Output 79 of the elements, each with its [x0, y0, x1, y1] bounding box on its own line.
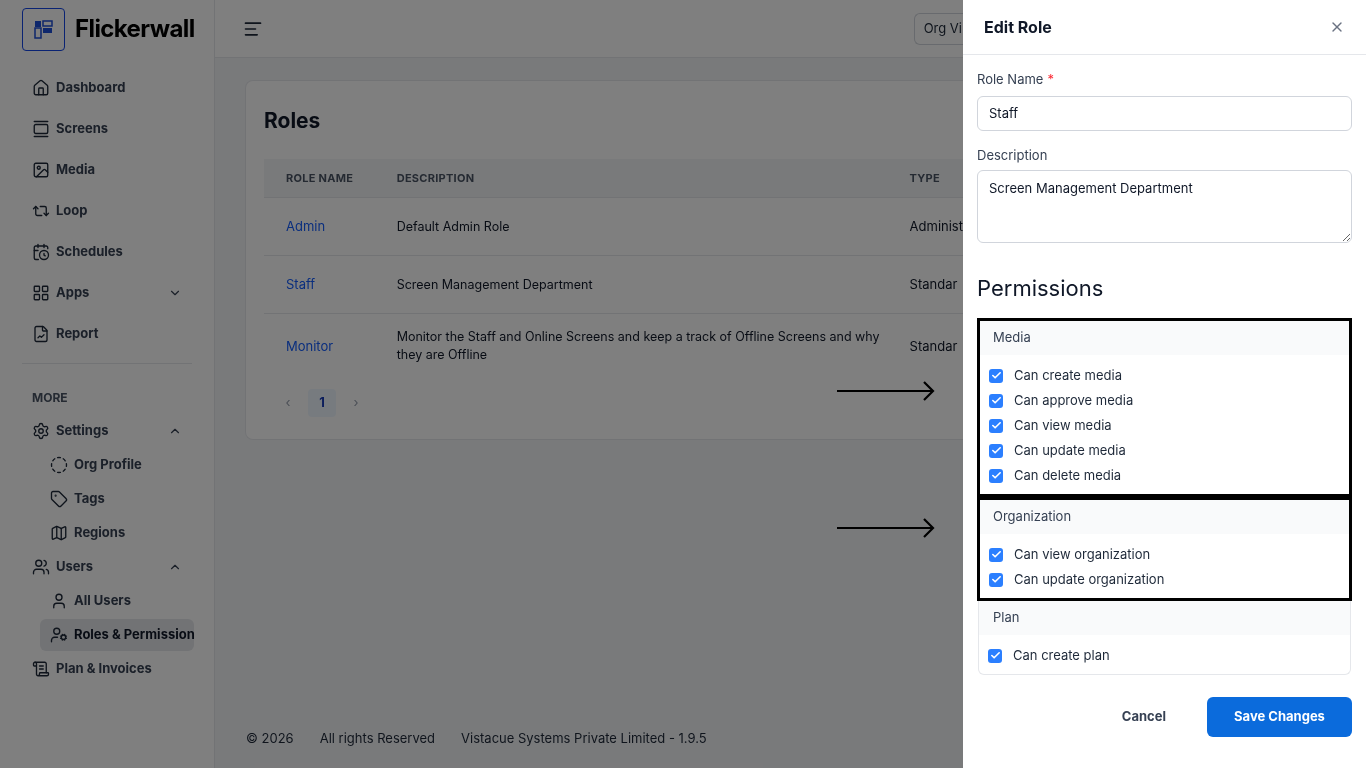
nav-item[interactable]: Screens — [32, 113, 182, 145]
group-header: Media — [980, 321, 1349, 355]
screen-icon — [32, 120, 50, 138]
checkbox[interactable] — [989, 468, 1003, 483]
next-page-button[interactable]: › — [346, 392, 366, 413]
group-header: Plan — [979, 601, 1350, 635]
file-chart-icon — [32, 325, 50, 343]
checkbox[interactable] — [988, 648, 1002, 663]
copyright-text: © 2026 — [246, 728, 294, 748]
checkbox[interactable] — [989, 393, 1003, 408]
nav-item[interactable]: Regions — [40, 517, 194, 549]
permission-label: Can view media — [1014, 415, 1112, 435]
dashed-circle-icon — [50, 456, 68, 474]
nav-item[interactable]: Plan & Invoices — [32, 653, 182, 685]
role-name-field[interactable]: Staff — [977, 95, 1352, 131]
permission-label: Can view organization — [1014, 544, 1151, 564]
logo-icon — [22, 7, 65, 51]
brand-name: Flickerwall — [75, 13, 195, 45]
cancel-button[interactable]: Cancel — [1121, 707, 1166, 727]
image-icon — [32, 161, 50, 179]
grid-icon — [32, 284, 50, 302]
calendar-clock-icon — [32, 243, 50, 261]
save-button[interactable]: Save Changes — [1207, 697, 1352, 737]
nav-item[interactable]: Media — [32, 154, 182, 186]
nav-item[interactable]: Tags — [40, 483, 194, 515]
type-cell: Standar — [909, 313, 963, 379]
permissions-heading: Permissions — [977, 274, 1105, 303]
map-icon — [50, 524, 68, 542]
column-header: TYPE — [909, 158, 963, 198]
field-label: Role Name — [977, 70, 1044, 89]
required-mark: * — [1047, 70, 1054, 89]
rights-text: All rights Reserved — [319, 728, 436, 748]
description-cell: Screen Management Department — [396, 255, 910, 314]
description-field[interactable]: Screen Management Department — [977, 170, 1352, 243]
field-label: Description — [977, 145, 1049, 165]
nav-item[interactable]: Users — [32, 551, 182, 583]
previous-page-button[interactable]: ‹ — [278, 392, 298, 413]
column-header: DESCRIPTION — [396, 158, 910, 198]
user-cog-icon — [50, 626, 68, 644]
company-text: Vistacue Systems Private Limited - 1.9.5 — [461, 728, 707, 748]
user-icon — [50, 592, 68, 610]
users-icon — [32, 558, 50, 576]
permission-label: Can update organization — [1014, 569, 1165, 589]
tag-icon — [50, 490, 68, 508]
permission-label: Can create plan — [1013, 645, 1110, 665]
nav-item[interactable]: All Users — [40, 585, 194, 617]
nav-item[interactable]: Roles & Permission — [40, 619, 194, 651]
nav-item[interactable]: Dashboard — [32, 72, 182, 104]
nav-item[interactable]: Loop — [32, 195, 182, 227]
checkbox[interactable] — [989, 418, 1003, 433]
type-cell: Standar — [909, 255, 963, 314]
nav-item[interactable]: Report — [32, 318, 182, 350]
nav-item[interactable]: Schedules — [32, 236, 182, 268]
description-cell: Monitor the Staff and Online Screens and keep a track of Offline Screens and why they are Offline — [396, 313, 910, 379]
section-heading: MORE — [32, 389, 69, 407]
checkbox[interactable] — [989, 547, 1003, 562]
type-cell: Administ — [909, 197, 963, 256]
permission-label: Can update media — [1014, 440, 1126, 460]
house-icon — [32, 79, 50, 97]
nav-item[interactable]: Settings — [32, 415, 182, 447]
page-button[interactable]: 1 — [308, 388, 336, 417]
page-title: Roles — [264, 107, 322, 135]
column-header: ROLE NAME — [264, 158, 397, 198]
permission-label: Can delete media — [1014, 465, 1122, 485]
checkbox[interactable] — [989, 572, 1003, 587]
role-link[interactable]: Staff — [286, 275, 316, 292]
checkbox[interactable] — [989, 443, 1003, 458]
drawer-title: Edit Role — [984, 16, 1052, 39]
nav-item[interactable]: Org Profile — [40, 449, 194, 481]
checkbox[interactable] — [989, 368, 1003, 383]
role-link[interactable]: Monitor — [286, 337, 334, 354]
group-header: Organization — [980, 500, 1349, 534]
description-cell: Default Admin Role — [396, 197, 910, 256]
settings-icon — [32, 422, 50, 440]
permission-label: Can create media — [1014, 365, 1122, 385]
permission-label: Can approve media — [1014, 390, 1134, 410]
nav-item[interactable]: Apps — [32, 277, 182, 309]
role-link[interactable]: Admin — [286, 217, 326, 234]
scroll-icon — [32, 660, 50, 678]
